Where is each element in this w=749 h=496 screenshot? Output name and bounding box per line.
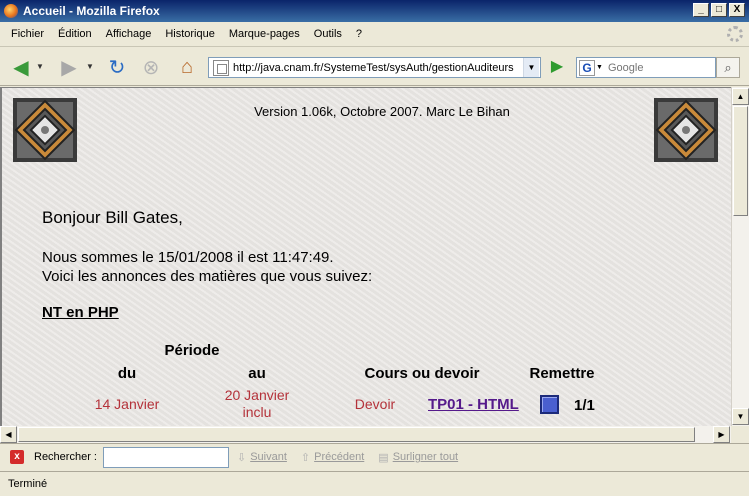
find-next-label: Suivant bbox=[250, 451, 287, 463]
find-next-button[interactable]: ⇩ Suivant bbox=[237, 451, 287, 464]
find-close-icon[interactable]: x bbox=[10, 450, 24, 464]
vertical-scroll-thumb[interactable] bbox=[733, 106, 748, 216]
search-button[interactable]: ⌕ bbox=[716, 57, 740, 78]
go-button[interactable]: ▶ bbox=[546, 56, 568, 78]
find-previous-label: Précédent bbox=[314, 451, 365, 463]
magnifier-icon: ⌕ bbox=[724, 60, 732, 75]
menu-fichier[interactable]: Fichier bbox=[4, 28, 51, 40]
vertical-scrollbar[interactable]: ▲ ▼ bbox=[731, 87, 749, 426]
periode-header: Période bbox=[164, 342, 220, 359]
search-engine-dropdown[interactable]: ▼ bbox=[596, 64, 605, 71]
scrollbar-corner bbox=[731, 426, 749, 443]
date-line: Nous sommes le 15/01/2008 il est 11:47:4… bbox=[42, 249, 334, 266]
stop-button[interactable]: ⊗ bbox=[138, 54, 164, 80]
version-text: Version 1.06k, Octobre 2007. Marc Le Bih… bbox=[254, 104, 510, 119]
forward-button[interactable]: ▶ bbox=[56, 54, 82, 80]
google-engine-icon[interactable]: G bbox=[579, 59, 595, 76]
highlight-icon: ▤ bbox=[378, 451, 389, 464]
reload-button[interactable]: ↻ bbox=[104, 54, 130, 80]
up-arrow-icon: ⇧ bbox=[300, 451, 311, 464]
reload-icon: ↻ bbox=[108, 56, 126, 79]
page-content: Version 1.06k, Octobre 2007. Marc Le Bih… bbox=[0, 87, 731, 426]
find-label: Rechercher : bbox=[34, 451, 97, 463]
maximize-button[interactable]: □ bbox=[711, 3, 727, 17]
du-header: du bbox=[117, 365, 137, 382]
home-icon: ⌂ bbox=[180, 55, 194, 78]
back-history-dropdown[interactable]: ▼ bbox=[36, 62, 44, 71]
page-favicon-icon bbox=[213, 59, 229, 76]
firefox-icon bbox=[4, 4, 18, 18]
menu-marque-pages[interactable]: Marque-pages bbox=[222, 28, 307, 40]
au-value-line2: inclu bbox=[242, 404, 272, 420]
menu-outils[interactable]: Outils bbox=[307, 28, 349, 40]
menu-historique[interactable]: Historique bbox=[158, 28, 222, 40]
remettre-header: Remettre bbox=[529, 365, 595, 382]
url-bar: ▼ bbox=[208, 57, 541, 78]
window-controls: _ □ X bbox=[693, 3, 745, 17]
minimize-button[interactable]: _ bbox=[693, 3, 709, 17]
search-input[interactable] bbox=[605, 61, 709, 74]
matiere-link[interactable]: NT en PHP bbox=[42, 304, 119, 321]
back-button[interactable]: ◀ bbox=[8, 54, 34, 80]
submission-count: 1/1 bbox=[574, 397, 595, 414]
scroll-left-button[interactable]: ◀ bbox=[0, 426, 17, 443]
highlight-all-label: Surligner tout bbox=[392, 451, 459, 463]
stop-icon: ⊗ bbox=[142, 56, 160, 79]
url-input[interactable] bbox=[233, 58, 523, 77]
scroll-down-button[interactable]: ▼ bbox=[732, 408, 749, 425]
find-previous-button[interactable]: ⇧ Précédent bbox=[301, 451, 364, 464]
highlight-all-button[interactable]: ▤ Surligner tout bbox=[378, 451, 458, 464]
forward-arrow-icon: ▶ bbox=[61, 56, 77, 79]
au-value-line1: 20 Janvier bbox=[224, 387, 290, 403]
scroll-up-button[interactable]: ▲ bbox=[732, 88, 749, 105]
annonces-line: Voici les annonces des matières que vous… bbox=[42, 268, 373, 285]
celtic-knot-logo-right bbox=[654, 98, 718, 162]
tp-link[interactable]: TP01 - HTML bbox=[428, 396, 519, 413]
home-button[interactable]: ⌂ bbox=[174, 54, 200, 80]
url-history-dropdown[interactable]: ▼ bbox=[523, 58, 539, 77]
au-header: au bbox=[248, 365, 266, 382]
go-arrow-icon: ▶ bbox=[550, 58, 564, 75]
menu-bar: Fichier Édition Affichage Historique Mar… bbox=[0, 22, 749, 47]
menu-help[interactable]: ? bbox=[349, 28, 369, 40]
du-value: 14 Janvier bbox=[94, 396, 160, 412]
greeting-text: Bonjour Bill Gates, bbox=[42, 208, 183, 227]
celtic-knot-logo-left bbox=[13, 98, 77, 162]
horizontal-scrollbar[interactable]: ◀ ▶ bbox=[0, 426, 731, 443]
type-value: Devoir bbox=[354, 396, 396, 412]
horizontal-scroll-thumb[interactable] bbox=[18, 427, 695, 442]
submit-square-icon[interactable] bbox=[540, 395, 559, 414]
menu-affichage[interactable]: Affichage bbox=[99, 28, 159, 40]
status-bar: Terminé bbox=[0, 471, 749, 496]
cours-header: Cours ou devoir bbox=[364, 365, 480, 382]
down-arrow-icon: ⇩ bbox=[236, 451, 247, 464]
back-arrow-icon: ◀ bbox=[13, 56, 29, 79]
forward-history-dropdown[interactable]: ▼ bbox=[86, 62, 94, 71]
throbber-icon bbox=[727, 26, 743, 42]
status-text: Terminé bbox=[8, 478, 48, 490]
menu-edition[interactable]: Édition bbox=[51, 28, 99, 40]
close-button[interactable]: X bbox=[729, 3, 745, 17]
title-bar: Accueil - Mozilla Firefox _ □ X bbox=[0, 0, 749, 22]
window-title: Accueil - Mozilla Firefox bbox=[23, 4, 160, 18]
search-bar: G ▼ bbox=[576, 57, 716, 78]
navigation-toolbar: ◀ ▼ ▶ ▼ ↻ ⊗ ⌂ ▼ ▶ G ▼ ⌕ bbox=[0, 48, 749, 86]
find-input[interactable] bbox=[102, 446, 229, 468]
find-bar: x Rechercher : ⇩ Suivant ⇧ Précédent ▤ S… bbox=[0, 443, 749, 470]
scroll-right-button[interactable]: ▶ bbox=[713, 426, 730, 443]
